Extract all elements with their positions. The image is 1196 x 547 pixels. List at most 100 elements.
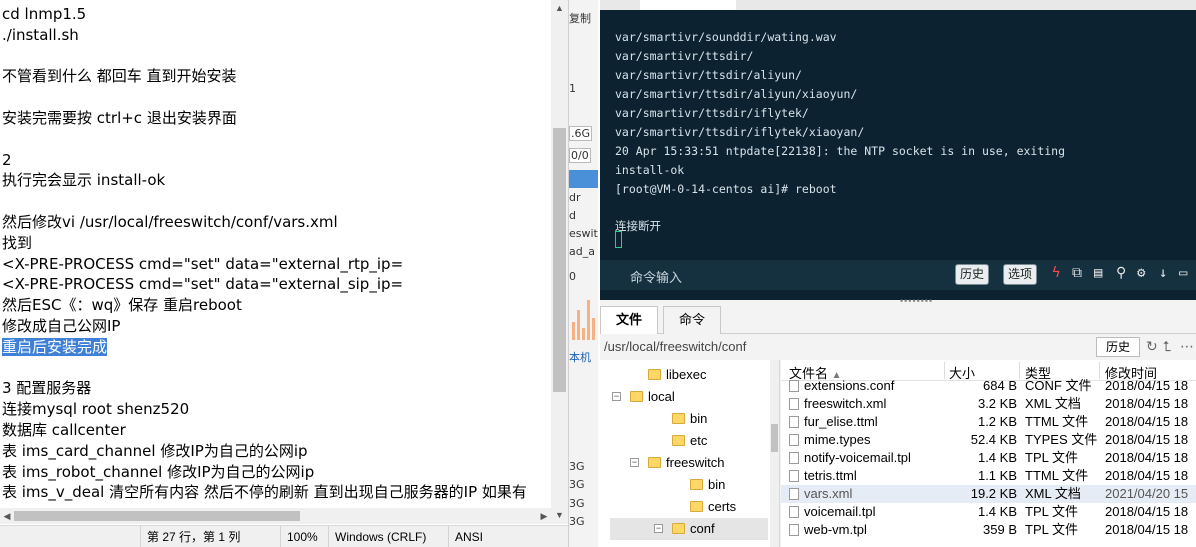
file-name: fur_elise.ttml: [789, 413, 878, 431]
download-icon[interactable]: ↓: [1159, 265, 1167, 281]
file-modified: 2018/04/15 18: [1105, 468, 1189, 483]
notepad-window: cd lnmp1.5 ./install.sh 不管看到什么 都回车 直到开始安装安…: [0, 0, 568, 547]
terminal-line: var/smartivr/ttsdir/: [615, 49, 754, 63]
file-modified: 2018/04/15 18: [1105, 504, 1189, 519]
collapse-icon[interactable]: −: [654, 524, 663, 533]
tree-item-label: bin: [708, 477, 726, 492]
terminal-line: var/smartivr/sounddir/wating.wav: [615, 30, 837, 44]
collapse-icon[interactable]: −: [612, 392, 621, 401]
file-size: 1.4 KB: [977, 504, 1017, 519]
file-size: 19.2 KB: [970, 486, 1017, 501]
strip-text: 0/0: [569, 148, 591, 163]
tab-files[interactable]: 文件: [600, 306, 658, 334]
strip-text: d: [569, 209, 576, 222]
tree-item-label: bin: [690, 411, 708, 426]
scroll-right-icon[interactable]: ▶: [537, 508, 551, 524]
text-line: <X-PRE-PROCESS cmd="set" data="external_…: [2, 275, 404, 294]
strip-text: 本机: [569, 351, 591, 364]
scroll-thumb[interactable]: [553, 128, 566, 392]
path-history-button[interactable]: 历史: [1096, 337, 1140, 357]
notepad-horizontal-scrollbar[interactable]: ◀ ▶: [0, 508, 551, 524]
terminal-line: install-ok: [615, 163, 685, 177]
file-row[interactable]: fur_elise.ttml 1.2 KB TTML 文件 2018/04/15 18: [781, 413, 1196, 431]
file-type: XML 文档: [1025, 396, 1081, 411]
text-line: [2, 87, 550, 108]
strip-selection: [569, 170, 598, 188]
file-type: TTML 文件: [1025, 414, 1089, 429]
tab-commands[interactable]: 命令: [663, 306, 721, 334]
collapse-icon[interactable]: −: [630, 458, 639, 467]
strip-text: 1: [569, 82, 576, 95]
scroll-up-icon[interactable]: ▲: [551, 0, 568, 17]
file-name: extensions.conf: [789, 377, 894, 395]
path-bar: /usr/local/freeswitch/conf 历史 ↻ ⮤ ⋯: [600, 335, 1196, 359]
file-icon: [789, 470, 799, 482]
file-row[interactable]: voicemail.tpl 1.4 KB TPL 文件 2018/04/15 18: [781, 503, 1196, 521]
text-line: 数据库 callcenter: [2, 420, 126, 439]
file-row[interactable]: mime.types 52.4 KB TYPES 文件 2018/04/15 18: [781, 431, 1196, 449]
file-row[interactable]: web-vm.tpl 359 B TPL 文件 2018/04/15 18: [781, 521, 1196, 539]
file-name: voicemail.tpl: [789, 503, 876, 521]
tree-item[interactable]: − conf: [610, 518, 768, 540]
fullscreen-icon[interactable]: ▭: [1179, 265, 1187, 281]
folder-icon: [648, 369, 661, 380]
up-folder-icon[interactable]: ⮤: [1163, 338, 1171, 355]
file-modified: 2018/04/15 18: [1105, 450, 1189, 465]
file-modified: 2018/04/15 18: [1105, 396, 1189, 411]
gear-icon[interactable]: ⚙: [1137, 265, 1145, 281]
file-row[interactable]: extensions.conf 684 B CONF 文件 2018/04/15 18: [781, 377, 1196, 395]
terminal-line: var/smartivr/ttsdir/aliyun/: [615, 68, 802, 82]
command-input-label[interactable]: 命令输入: [630, 267, 682, 286]
tree-scrollbar[interactable]: [770, 360, 779, 547]
command-input-bar[interactable]: 命令输入 历史 选项 ϟ ⧉ ▤ ⚲ ⚙ ↓ ▭: [600, 260, 1196, 290]
file-modified: 2018/04/15 18: [1105, 414, 1189, 429]
text-line: 3 配置服务器: [2, 379, 92, 398]
scroll-thumb[interactable]: [14, 511, 300, 521]
terminal-line: var/smartivr/ttsdir/iflytek/xiaoyan/: [615, 125, 865, 139]
file-row[interactable]: freeswitch.xml 3.2 KB XML 文档 2018/04/15 18: [781, 395, 1196, 413]
folder-icon: [690, 501, 703, 512]
tree-item-label: libexec: [666, 367, 707, 382]
folder-icon: [672, 413, 685, 424]
file-name: tetris.ttml: [789, 467, 857, 485]
history-button[interactable]: 历史: [955, 264, 990, 285]
terminal-line: [root@VM-0-14-centos ai]# reboot: [615, 182, 837, 196]
options-button[interactable]: 选项: [1003, 264, 1038, 285]
encoding: ANSI: [448, 526, 568, 547]
terminal[interactable]: 命令输入 历史 选项 ϟ ⧉ ▤ ⚲ ⚙ ↓ ▭ var/smartivr/so…: [600, 10, 1196, 300]
panel-tabs: 文件 命令: [600, 302, 1196, 334]
file-icon: [789, 524, 799, 536]
text-line: 表 ims_robot_channel 修改IP为自己的公网ip: [2, 462, 315, 481]
file-name: freeswitch.xml: [789, 395, 886, 413]
text-line: [2, 46, 550, 67]
session-tab[interactable]: [640, 0, 736, 10]
file-list[interactable]: 文件名 ▲ 大小 类型 修改时间 extensions.conf 684 B CON…: [781, 360, 1196, 547]
lightning-icon[interactable]: ϟ: [1052, 265, 1060, 281]
scroll-down-icon[interactable]: ▼: [551, 507, 568, 524]
more-icon[interactable]: ⋯: [1180, 338, 1194, 355]
text-line: 修改成自己公网IP: [2, 316, 121, 335]
tree-item-label: freeswitch: [666, 455, 725, 470]
paste-icon[interactable]: ▤: [1094, 265, 1102, 281]
file-row[interactable]: tetris.ttml 1.1 KB TTML 文件 2018/04/15 18: [781, 467, 1196, 485]
file-type: XML 文档: [1025, 486, 1081, 501]
terminal-line: var/smartivr/ttsdir/iflytek/: [615, 106, 809, 120]
file-icon: [789, 416, 799, 428]
scroll-left-icon[interactable]: ◀: [0, 508, 14, 524]
text-line: cd lnmp1.5: [2, 5, 87, 23]
strip-text: 3G: [569, 515, 585, 528]
text-line: 表 ims_card_channel 修改IP为自己的公网ip: [2, 441, 308, 460]
file-row[interactable]: vars.xml 19.2 KB XML 文档 2021/04/20 15: [781, 485, 1196, 503]
refresh-icon[interactable]: ↻: [1146, 338, 1158, 355]
file-modified: 2018/04/15 18: [1105, 432, 1189, 447]
notepad-vertical-scrollbar[interactable]: ▲ ▼: [551, 0, 568, 524]
copy-icon[interactable]: ⧉: [1072, 265, 1082, 281]
text-line: [2, 191, 550, 212]
search-icon[interactable]: ⚲: [1116, 265, 1126, 281]
folder-tree[interactable]: libexec − local bin etc − freeswitch bin certs − c…: [600, 360, 780, 547]
notepad-text-area[interactable]: cd lnmp1.5 ./install.sh 不管看到什么 都回车 直到开始安装安…: [2, 4, 550, 508]
file-row[interactable]: notify-voicemail.tpl 1.4 KB TPL 文件 2018/04/…: [781, 449, 1196, 467]
file-type: TPL 文件: [1025, 522, 1078, 537]
path-field[interactable]: /usr/local/freeswitch/conf: [604, 339, 746, 354]
file-size: 684 B: [983, 378, 1017, 393]
